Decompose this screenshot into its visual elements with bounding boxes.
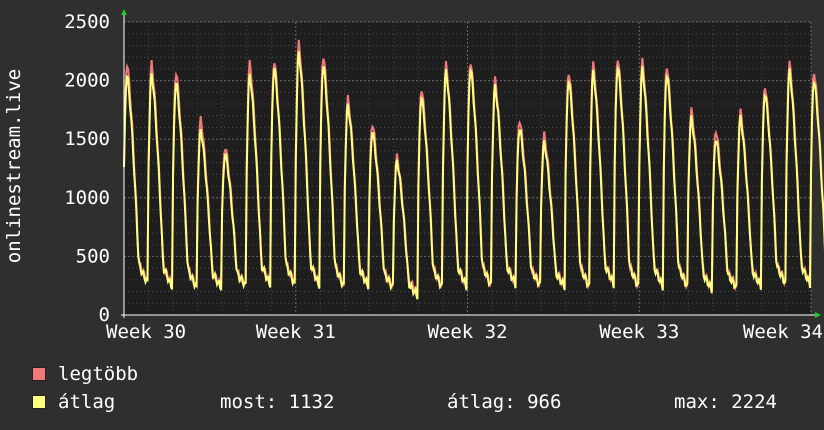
x-axis-arrow	[815, 312, 821, 318]
stat-now: most: 1132	[220, 391, 335, 413]
stat-max: max: 2224	[674, 391, 777, 413]
y-tick-label: 2000	[64, 70, 110, 92]
x-tick-label: Week 30	[106, 321, 186, 343]
x-tick-label: Week 31	[256, 321, 336, 343]
stat-avg: átlag: 966	[447, 391, 562, 413]
legend-label-max: legtöbb	[58, 363, 139, 385]
y-tick-label: 1000	[64, 187, 110, 209]
y-tick-label: 1500	[64, 128, 110, 150]
chart: 05001000150020002500Week 30 Week 31 Week 3…	[3, 9, 824, 343]
legend-item-max: legtöbb	[32, 363, 138, 385]
x-tick-label: Week 32	[427, 321, 507, 343]
legend-label-avg: átlag	[58, 391, 116, 413]
legend-swatch-avg	[32, 395, 46, 409]
legend-swatch-max	[32, 367, 46, 381]
y-tick-label: 2500	[64, 11, 110, 33]
y-axis-label: onlinestream.live	[3, 69, 25, 263]
legend-item-avg: átlag	[32, 391, 115, 413]
y-axis-arrow	[121, 9, 127, 15]
x-tick-label: Week 33	[599, 321, 679, 343]
y-tick-label: 500	[76, 245, 110, 267]
x-tick-label: Week 34	[743, 321, 823, 343]
